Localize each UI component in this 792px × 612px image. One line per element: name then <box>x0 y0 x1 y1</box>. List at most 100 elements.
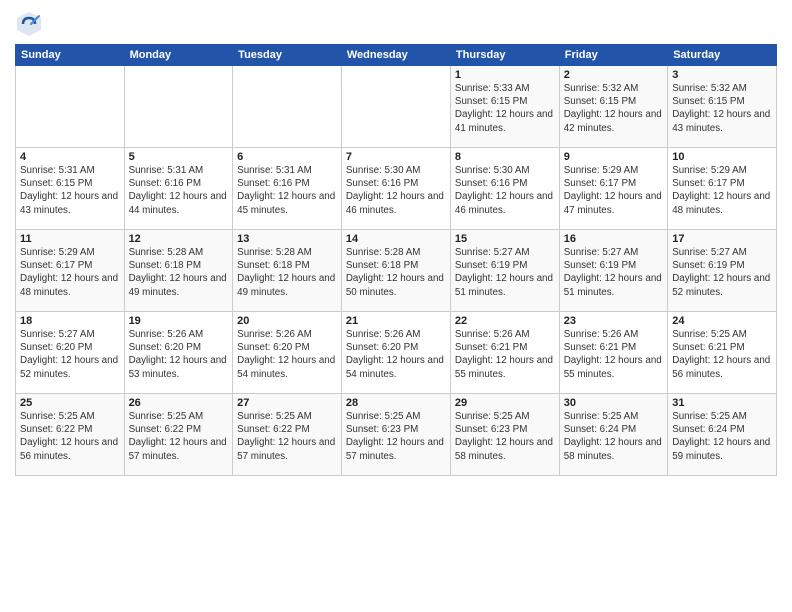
calendar-week-1: 1Sunrise: 5:33 AMSunset: 6:15 PMDaylight… <box>16 66 777 148</box>
col-header-saturday: Saturday <box>668 45 777 66</box>
calendar-cell: 30Sunrise: 5:25 AMSunset: 6:24 PMDayligh… <box>559 394 667 476</box>
day-number: 29 <box>455 397 555 409</box>
day-detail: Sunrise: 5:27 AMSunset: 6:19 PMDaylight:… <box>564 246 663 299</box>
col-header-sunday: Sunday <box>16 45 125 66</box>
day-detail: Sunrise: 5:29 AMSunset: 6:17 PMDaylight:… <box>672 164 772 217</box>
day-detail: Sunrise: 5:30 AMSunset: 6:16 PMDaylight:… <box>455 164 555 217</box>
day-detail: Sunrise: 5:26 AMSunset: 6:20 PMDaylight:… <box>129 328 229 381</box>
day-detail: Sunrise: 5:25 AMSunset: 6:24 PMDaylight:… <box>672 410 772 463</box>
calendar-cell: 15Sunrise: 5:27 AMSunset: 6:19 PMDayligh… <box>450 230 559 312</box>
page: SundayMondayTuesdayWednesdayThursdayFrid… <box>0 0 792 612</box>
day-detail: Sunrise: 5:25 AMSunset: 6:22 PMDaylight:… <box>237 410 337 463</box>
calendar-cell: 29Sunrise: 5:25 AMSunset: 6:23 PMDayligh… <box>450 394 559 476</box>
day-number: 28 <box>346 397 446 409</box>
logo-icon <box>15 10 43 38</box>
calendar-week-3: 11Sunrise: 5:29 AMSunset: 6:17 PMDayligh… <box>16 230 777 312</box>
calendar-cell: 20Sunrise: 5:26 AMSunset: 6:20 PMDayligh… <box>233 312 342 394</box>
day-number: 10 <box>672 151 772 163</box>
day-detail: Sunrise: 5:28 AMSunset: 6:18 PMDaylight:… <box>346 246 446 299</box>
day-detail: Sunrise: 5:26 AMSunset: 6:20 PMDaylight:… <box>346 328 446 381</box>
day-number: 24 <box>672 315 772 327</box>
day-number: 14 <box>346 233 446 245</box>
day-detail: Sunrise: 5:28 AMSunset: 6:18 PMDaylight:… <box>237 246 337 299</box>
day-number: 20 <box>237 315 337 327</box>
day-detail: Sunrise: 5:31 AMSunset: 6:16 PMDaylight:… <box>129 164 229 217</box>
calendar-cell: 12Sunrise: 5:28 AMSunset: 6:18 PMDayligh… <box>124 230 233 312</box>
calendar-cell <box>233 66 342 148</box>
calendar-cell: 21Sunrise: 5:26 AMSunset: 6:20 PMDayligh… <box>341 312 450 394</box>
calendar-cell: 25Sunrise: 5:25 AMSunset: 6:22 PMDayligh… <box>16 394 125 476</box>
day-detail: Sunrise: 5:26 AMSunset: 6:20 PMDaylight:… <box>237 328 337 381</box>
day-detail: Sunrise: 5:32 AMSunset: 6:15 PMDaylight:… <box>672 82 772 135</box>
day-number: 11 <box>20 233 120 245</box>
day-number: 25 <box>20 397 120 409</box>
day-number: 2 <box>564 69 663 81</box>
day-detail: Sunrise: 5:25 AMSunset: 6:23 PMDaylight:… <box>346 410 446 463</box>
calendar-cell: 4Sunrise: 5:31 AMSunset: 6:15 PMDaylight… <box>16 148 125 230</box>
calendar-header-row: SundayMondayTuesdayWednesdayThursdayFrid… <box>16 45 777 66</box>
day-number: 6 <box>237 151 337 163</box>
day-detail: Sunrise: 5:25 AMSunset: 6:21 PMDaylight:… <box>672 328 772 381</box>
col-header-friday: Friday <box>559 45 667 66</box>
day-detail: Sunrise: 5:29 AMSunset: 6:17 PMDaylight:… <box>20 246 120 299</box>
calendar-cell: 28Sunrise: 5:25 AMSunset: 6:23 PMDayligh… <box>341 394 450 476</box>
col-header-tuesday: Tuesday <box>233 45 342 66</box>
day-number: 17 <box>672 233 772 245</box>
day-detail: Sunrise: 5:31 AMSunset: 6:15 PMDaylight:… <box>20 164 120 217</box>
day-detail: Sunrise: 5:26 AMSunset: 6:21 PMDaylight:… <box>455 328 555 381</box>
day-detail: Sunrise: 5:28 AMSunset: 6:18 PMDaylight:… <box>129 246 229 299</box>
day-number: 30 <box>564 397 663 409</box>
day-number: 12 <box>129 233 229 245</box>
calendar-table: SundayMondayTuesdayWednesdayThursdayFrid… <box>15 44 777 476</box>
day-detail: Sunrise: 5:26 AMSunset: 6:21 PMDaylight:… <box>564 328 663 381</box>
calendar-week-4: 18Sunrise: 5:27 AMSunset: 6:20 PMDayligh… <box>16 312 777 394</box>
day-number: 16 <box>564 233 663 245</box>
day-number: 27 <box>237 397 337 409</box>
calendar-cell: 10Sunrise: 5:29 AMSunset: 6:17 PMDayligh… <box>668 148 777 230</box>
day-number: 15 <box>455 233 555 245</box>
calendar-cell: 22Sunrise: 5:26 AMSunset: 6:21 PMDayligh… <box>450 312 559 394</box>
calendar-cell: 1Sunrise: 5:33 AMSunset: 6:15 PMDaylight… <box>450 66 559 148</box>
calendar-cell <box>124 66 233 148</box>
calendar-cell: 11Sunrise: 5:29 AMSunset: 6:17 PMDayligh… <box>16 230 125 312</box>
day-detail: Sunrise: 5:25 AMSunset: 6:22 PMDaylight:… <box>129 410 229 463</box>
calendar-cell: 24Sunrise: 5:25 AMSunset: 6:21 PMDayligh… <box>668 312 777 394</box>
calendar-cell: 17Sunrise: 5:27 AMSunset: 6:19 PMDayligh… <box>668 230 777 312</box>
col-header-monday: Monday <box>124 45 233 66</box>
day-number: 13 <box>237 233 337 245</box>
calendar-cell: 31Sunrise: 5:25 AMSunset: 6:24 PMDayligh… <box>668 394 777 476</box>
day-detail: Sunrise: 5:29 AMSunset: 6:17 PMDaylight:… <box>564 164 663 217</box>
calendar-cell: 13Sunrise: 5:28 AMSunset: 6:18 PMDayligh… <box>233 230 342 312</box>
calendar-cell: 18Sunrise: 5:27 AMSunset: 6:20 PMDayligh… <box>16 312 125 394</box>
calendar-cell: 19Sunrise: 5:26 AMSunset: 6:20 PMDayligh… <box>124 312 233 394</box>
day-number: 18 <box>20 315 120 327</box>
col-header-thursday: Thursday <box>450 45 559 66</box>
day-number: 23 <box>564 315 663 327</box>
day-number: 31 <box>672 397 772 409</box>
day-detail: Sunrise: 5:25 AMSunset: 6:24 PMDaylight:… <box>564 410 663 463</box>
calendar-cell: 9Sunrise: 5:29 AMSunset: 6:17 PMDaylight… <box>559 148 667 230</box>
day-number: 22 <box>455 315 555 327</box>
day-number: 5 <box>129 151 229 163</box>
calendar-cell: 7Sunrise: 5:30 AMSunset: 6:16 PMDaylight… <box>341 148 450 230</box>
day-detail: Sunrise: 5:25 AMSunset: 6:22 PMDaylight:… <box>20 410 120 463</box>
day-detail: Sunrise: 5:31 AMSunset: 6:16 PMDaylight:… <box>237 164 337 217</box>
calendar-cell: 6Sunrise: 5:31 AMSunset: 6:16 PMDaylight… <box>233 148 342 230</box>
calendar-cell: 27Sunrise: 5:25 AMSunset: 6:22 PMDayligh… <box>233 394 342 476</box>
day-number: 4 <box>20 151 120 163</box>
calendar-cell: 3Sunrise: 5:32 AMSunset: 6:15 PMDaylight… <box>668 66 777 148</box>
day-number: 8 <box>455 151 555 163</box>
day-number: 7 <box>346 151 446 163</box>
day-detail: Sunrise: 5:32 AMSunset: 6:15 PMDaylight:… <box>564 82 663 135</box>
calendar-cell <box>341 66 450 148</box>
calendar-cell: 23Sunrise: 5:26 AMSunset: 6:21 PMDayligh… <box>559 312 667 394</box>
day-detail: Sunrise: 5:27 AMSunset: 6:19 PMDaylight:… <box>455 246 555 299</box>
header <box>15 10 777 38</box>
day-detail: Sunrise: 5:27 AMSunset: 6:20 PMDaylight:… <box>20 328 120 381</box>
calendar-cell: 5Sunrise: 5:31 AMSunset: 6:16 PMDaylight… <box>124 148 233 230</box>
day-number: 9 <box>564 151 663 163</box>
day-number: 1 <box>455 69 555 81</box>
calendar-cell: 26Sunrise: 5:25 AMSunset: 6:22 PMDayligh… <box>124 394 233 476</box>
calendar-cell: 14Sunrise: 5:28 AMSunset: 6:18 PMDayligh… <box>341 230 450 312</box>
calendar-week-5: 25Sunrise: 5:25 AMSunset: 6:22 PMDayligh… <box>16 394 777 476</box>
